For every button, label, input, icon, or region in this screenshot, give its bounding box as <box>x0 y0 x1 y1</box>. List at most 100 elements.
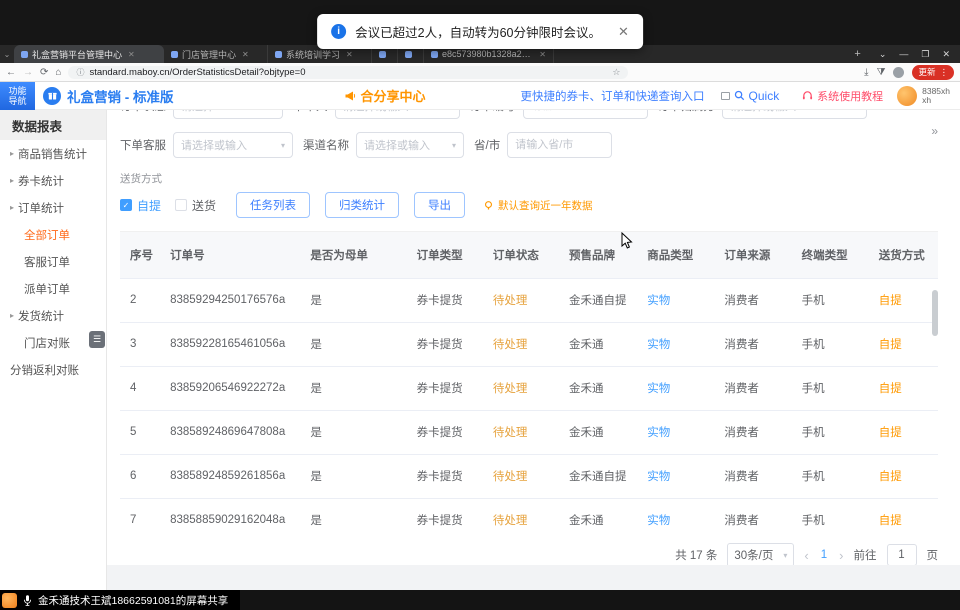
quick-search-label: Quick <box>749 89 780 103</box>
cell[interactable]: 实物 <box>637 366 714 410</box>
goto-suffix: 页 <box>927 547 939 563</box>
browser-profile-avatar[interactable] <box>893 67 904 78</box>
browser-menu-icon[interactable]: ⋮ <box>940 67 949 78</box>
cell: 83858924869647808a <box>160 410 300 454</box>
refresh-icon[interactable]: ⟳ <box>40 67 48 78</box>
checkbox-unchecked-icon <box>175 199 187 211</box>
button-归类统计[interactable]: 归类统计 <box>325 192 399 218</box>
table-row: 383859228165461056a是券卡提货待处理金禾通实物消费者手机自提 <box>120 322 938 366</box>
sidebar-collapse-handle[interactable]: ☰ <box>89 331 105 348</box>
sidebar-item-订单统计[interactable]: ▸订单统计 <box>0 194 106 221</box>
chrome-chevron-icon[interactable]: ⌄ <box>879 49 887 60</box>
giftbox-logo-icon <box>43 87 61 105</box>
cell: 自提 <box>869 410 938 454</box>
page-size-select[interactable]: 30条/页 ▾ <box>727 543 794 565</box>
current-page[interactable]: 1 <box>819 549 829 561</box>
cell[interactable]: 实物 <box>637 498 714 534</box>
filter-select[interactable]: 请选择或输入▾ <box>722 110 867 119</box>
cell[interactable]: 实物 <box>637 278 714 322</box>
microphone-icon <box>23 594 32 607</box>
toast-close-icon[interactable]: ✕ <box>618 24 629 40</box>
forward-icon[interactable]: → <box>23 67 33 78</box>
table-row: 283859294250176576a是券卡提货待处理金禾通自提实物消费者手机自… <box>120 278 938 322</box>
sidebar-item-券卡统计[interactable]: ▸券卡统计 <box>0 167 106 194</box>
sidebar-item-商品销售统计[interactable]: ▸商品销售统计 <box>0 140 106 167</box>
checkbox-自提[interactable]: ✓自提 <box>120 197 161 214</box>
cell: 自提 <box>869 278 938 322</box>
tab-close-icon[interactable]: ✕ <box>128 50 135 59</box>
system-tutorial-link[interactable]: 系统使用教程 <box>802 88 883 104</box>
close-window-icon[interactable]: ✕ <box>942 49 950 60</box>
filter-select[interactable]: 请选择或输入▾ <box>173 132 293 158</box>
tab-close-icon[interactable]: ✕ <box>242 50 249 59</box>
filter-select[interactable]: 请选择▾ <box>173 110 283 119</box>
quick-search[interactable]: Quick <box>721 89 780 103</box>
function-nav-toggle[interactable]: 功能 导航 <box>0 82 35 110</box>
bulb-icon <box>483 200 494 211</box>
url-text: standard.maboy.cn/OrderStatisticsDetail?… <box>89 67 305 78</box>
sidebar-item-label: 商品销售统计 <box>18 146 87 162</box>
column-header: 商品类型 <box>637 232 714 278</box>
extensions-icon[interactable]: ⧩ <box>877 67 886 78</box>
cell[interactable]: 实物 <box>637 454 714 498</box>
prev-page-button[interactable]: ‹ <box>804 548 808 563</box>
toolbar-button-group: 任务列表归类统计导出 <box>236 192 465 218</box>
page-info-icon[interactable]: ⓘ <box>76 67 84 78</box>
cell: 手机 <box>792 366 869 410</box>
chevron-down-icon: ▾ <box>452 141 456 150</box>
filter-collapse-button[interactable]: » <box>931 124 938 138</box>
cell[interactable]: 实物 <box>637 322 714 366</box>
sidebar-item-分销返利对账[interactable]: 分销返利对账 <box>0 356 106 383</box>
screen: i 会议已超过2人，自动转为60分钟限时会议。 ✕ ⌄ 礼盒营销平台管理中心✕门… <box>0 0 960 610</box>
next-page-button[interactable]: › <box>839 548 843 563</box>
browser-tab[interactable]: 门店管理中心✕ <box>164 45 268 63</box>
filter-label: 渠道名称 <box>303 137 349 153</box>
button-任务列表[interactable]: 任务列表 <box>236 192 310 218</box>
cell[interactable]: 实物 <box>637 410 714 454</box>
chevron-right-icon: ▸ <box>10 311 14 320</box>
filter-input[interactable] <box>523 110 648 119</box>
share-center-link[interactable]: 合分享中心 <box>344 86 426 105</box>
meeting-toast: i 会议已超过2人，自动转为60分钟限时会议。 ✕ <box>317 14 643 49</box>
browser-tab[interactable]: 礼盒营销平台管理中心✕ <box>14 45 164 63</box>
minimize-icon[interactable]: — <box>899 49 908 59</box>
tab-close-icon[interactable]: ✕ <box>539 50 546 59</box>
restore-icon[interactable]: ❐ <box>921 49 929 60</box>
home-icon[interactable]: ⌂ <box>55 67 61 78</box>
total-count: 共 17 条 <box>675 547 717 563</box>
cell: 是 <box>300 410 406 454</box>
bookmark-star-icon[interactable]: ☆ <box>612 67 620 78</box>
tab-close-icon[interactable]: ✕ <box>346 50 353 59</box>
browser-update-badge[interactable]: 更新 ⋮ <box>912 65 954 80</box>
filter-select[interactable]: 请选择或输入▾ <box>335 110 460 119</box>
goto-page-input[interactable] <box>887 544 917 565</box>
table-scrollbar-thumb[interactable] <box>932 290 938 336</box>
column-header: 终端类型 <box>792 232 869 278</box>
back-icon[interactable]: ← <box>6 67 16 78</box>
checkbox-送货[interactable]: 送货 <box>175 197 216 214</box>
filter-row-clipped: 订单状态请选择▾下单人请选择或输入▾订单编号订单归属方请选择或输入▾ <box>120 110 960 125</box>
button-导出[interactable]: 导出 <box>414 192 465 218</box>
quick-entry-text[interactable]: 更快捷的券卡、订单和快递查询入口 <box>521 88 705 104</box>
sidebar-item-客服订单[interactable]: 客服订单 <box>0 248 106 275</box>
tab-list-icon[interactable]: ⌄ <box>0 45 14 63</box>
sidebar-item-发货统计[interactable]: ▸发货统计 <box>0 302 106 329</box>
table-row: 683858924859261856a是券卡提货待处理金禾通自提实物消费者手机自… <box>120 454 938 498</box>
tip-text: 默认查询近一年数据 <box>498 198 593 213</box>
goto-label: 前往 <box>854 547 877 563</box>
download-icon[interactable]: ⤓ <box>864 67 868 78</box>
sidebar-item-全部订单[interactable]: 全部订单 <box>0 221 106 248</box>
user-avatar[interactable] <box>897 86 917 106</box>
sidebar-item-派单订单[interactable]: 派单订单 <box>0 275 106 302</box>
new-tab-button[interactable]: + <box>846 45 868 63</box>
filter-group: 省/市 <box>474 132 612 158</box>
filter-select[interactable]: 请选择或输入▾ <box>356 132 464 158</box>
column-header: 送货方式 <box>869 232 938 278</box>
chevron-right-icon: ▸ <box>10 176 14 185</box>
cell: 券卡提货 <box>407 498 483 534</box>
sidebar: 数据报表 ▸商品销售统计▸券卡统计▸订单统计全部订单客服订单派单订单▸发货统计门… <box>0 110 107 590</box>
screen-share-pill: 金禾通技术王斌18662591081的屏幕共享 <box>0 590 240 610</box>
url-field[interactable]: ⓘ standard.maboy.cn/OrderStatisticsDetai… <box>68 66 628 79</box>
filter-input[interactable] <box>507 132 612 158</box>
search-icon <box>734 90 745 101</box>
